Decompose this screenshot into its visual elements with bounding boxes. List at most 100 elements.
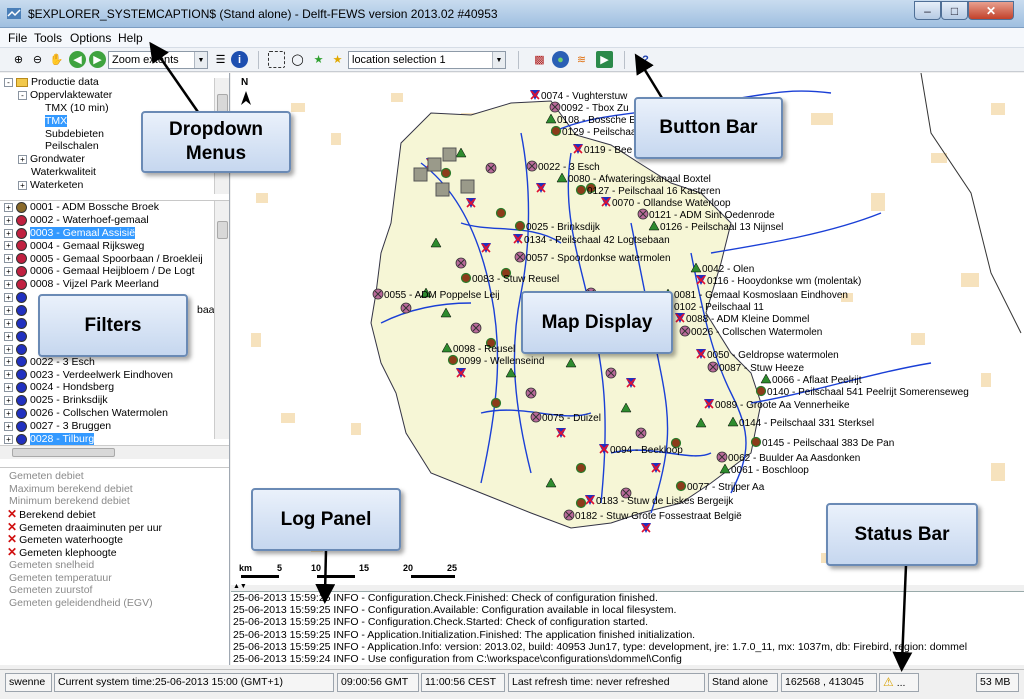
parameter-item[interactable]: ✕ Gemeten waterhoogte [0,533,229,546]
location-item[interactable]: +0008 - Vijzel Park Meerland [4,278,229,291]
rectangle-select-icon[interactable]: ​ [268,51,285,68]
map-location-label[interactable]: 0116 - Hooydonkse wm (molentak) [707,276,861,287]
pan-hand-icon[interactable]: ✋ [48,51,65,68]
parameter-item[interactable]: Gemeten debiet [0,470,229,483]
map-marker[interactable] [641,523,651,533]
map-location-label[interactable]: 0057 - Spoordonkse watermolen [526,253,671,264]
location-item[interactable]: +0022 - 3 Esch [4,356,229,369]
expand-icon[interactable]: + [4,267,13,277]
expand-icon[interactable]: + [4,202,13,212]
map-marker[interactable] [575,462,587,474]
map-marker[interactable] [716,451,728,463]
location-item[interactable]: +0026 - Collschen Watermolen [4,407,229,420]
map-location-label[interactable]: 0089 - Groote Aa Vennerheike [715,400,850,411]
map-location-label[interactable]: 0061 - Boschloop [731,465,809,476]
map-location-label[interactable]: 0088 - ADM Kleine Dommel [686,314,809,325]
map-marker[interactable] [440,167,452,179]
map-marker[interactable] [470,322,482,334]
gauge-station-marker[interactable] [435,182,450,197]
expand-icon[interactable]: + [4,421,13,431]
bar-chart-icon[interactable]: ▩ [531,51,548,68]
lasso-select-icon[interactable]: ◯ [289,51,306,68]
map-marker[interactable] [530,90,540,100]
tree-item[interactable]: - Oppervlaktewater [4,89,229,102]
map-marker[interactable] [400,302,412,314]
location-item[interactable]: +0001 - ADM Bossche Broek [4,201,229,214]
map-marker[interactable] [514,220,526,232]
gauge-station-marker[interactable] [460,179,475,194]
map-location-label[interactable]: 0129 - Peilschaal [562,127,639,138]
star-add-icon[interactable]: ★ [310,51,327,68]
parameter-item[interactable]: ✕ Gemeten klephoogte [0,546,229,559]
status-warning[interactable]: ⚠ ... [879,673,919,692]
location-hscrollbar[interactable] [0,445,229,459]
log-panel[interactable]: 25-06-2013 15:59:25 INFO - Configuration… [231,591,1024,665]
map-marker[interactable] [455,257,467,269]
map-location-label[interactable]: 0055 - ADM Poppelse Leij [384,290,500,301]
map-location-label[interactable]: 0182 - Stuw Grote Fossestraat België [575,511,742,522]
tree-item[interactable]: - Productie data [4,76,229,89]
map-location-label[interactable]: 0026 - Collschen Watermolen [691,327,822,338]
menu-file[interactable]: File [8,31,27,45]
map-location-label[interactable]: 0087 - Stuw Heeze [719,363,804,374]
map-location-label[interactable]: 0083 - Stuw Reusel [472,274,559,285]
map-location-label[interactable]: 0102 - Peilschaal 11 [674,302,764,313]
map-marker[interactable] [490,397,502,409]
map-marker[interactable] [575,497,587,509]
map-location-label[interactable]: 0183 - Stuw de Liskes Bergeijk [596,496,734,507]
minimize-button[interactable]: – [914,1,941,20]
map-marker[interactable] [563,509,575,521]
location-scrollbar[interactable] [214,201,229,439]
map-location-label[interactable]: 0099 - Wellenseind [459,356,544,367]
layers-icon[interactable]: ☰ [212,51,229,68]
location-item[interactable]: +0003 - Gemaal Assisië [4,226,229,240]
map-location-label[interactable]: 0075 - Duizel [542,413,601,424]
map-location-label[interactable]: 0108 - Bossche E [557,115,636,126]
parameter-item[interactable]: ✕ Gemeten draaiminuten per uur [0,520,229,533]
collapse-icon[interactable]: - [18,90,27,100]
star-favorite-icon[interactable]: ★ [329,51,346,68]
map-marker[interactable] [675,480,687,492]
expand-icon[interactable]: + [4,331,13,341]
map-location-label[interactable]: 0127 - Peilschaal 16 Kasteren [587,186,720,197]
gauge-station-marker[interactable] [442,147,457,162]
back-arrow-icon[interactable]: ◀ [69,51,86,68]
location-selection-dropdown[interactable]: location selection 1 ▼ [348,51,506,69]
parameter-item[interactable]: Maximum berekend debiet [0,483,229,496]
help-icon[interactable]: ? [637,51,654,68]
menu-help[interactable]: Help [118,31,143,45]
location-item[interactable]: +0025 - Brinksdijk [4,394,229,407]
collapse-icon[interactable]: - [4,77,13,87]
map-marker[interactable] [447,354,459,366]
expand-icon[interactable]: + [4,344,13,354]
map-location-label[interactable]: 0094 - Beekloop [610,445,683,456]
map-marker[interactable] [460,272,472,284]
title-bar[interactable]: $EXPLORER_SYSTEMCAPTION$ (Stand alone) -… [0,0,1024,28]
location-item[interactable]: +0028 - Tilburg [4,433,229,445]
map-location-label[interactable]: 0098 - Reusel [453,344,515,355]
map-marker[interactable] [637,208,649,220]
zoom-out-icon[interactable]: ⊖ [29,51,46,68]
map-location-label[interactable]: 0081 - Gemaal Kosmoslaan Eindhoven [674,290,848,301]
map-marker[interactable] [372,288,384,300]
menu-tools[interactable]: Tools [34,31,62,45]
map-location-label[interactable]: 0126 - Peilschaal 13 Nijnsel [660,222,783,233]
expand-icon[interactable]: + [4,318,13,328]
map-marker[interactable] [485,162,497,174]
map-marker[interactable] [530,411,542,423]
forward-arrow-icon[interactable]: ▶ [89,51,106,68]
expand-icon[interactable]: + [4,292,13,302]
map-location-label[interactable]: 0080 - Afwateringskanaal Boxtel [568,174,711,185]
expand-icon[interactable]: + [18,155,27,165]
parameter-item[interactable]: Gemeten zuurstof [0,584,229,597]
map-marker[interactable] [526,160,538,172]
map-location-label[interactable]: 0140 - Peilschaal 541 Peelrijt Somerense… [767,387,969,398]
map-marker[interactable] [760,373,772,384]
expand-icon[interactable]: + [4,254,13,264]
map-location-label[interactable]: 0134 - Peilschaal 42 Logtsebaan [524,235,670,246]
map-location-label[interactable]: 0070 - Ollandse Waterloop [612,198,731,209]
map-location-label[interactable]: 0074 - Vughterstuw [541,91,628,102]
expand-icon[interactable]: + [4,370,13,380]
map-location-label[interactable]: 0066 - Aflaat Peelrijt [772,375,862,386]
map-location-label[interactable]: 0050 - Geldropse watermolen [707,350,839,361]
